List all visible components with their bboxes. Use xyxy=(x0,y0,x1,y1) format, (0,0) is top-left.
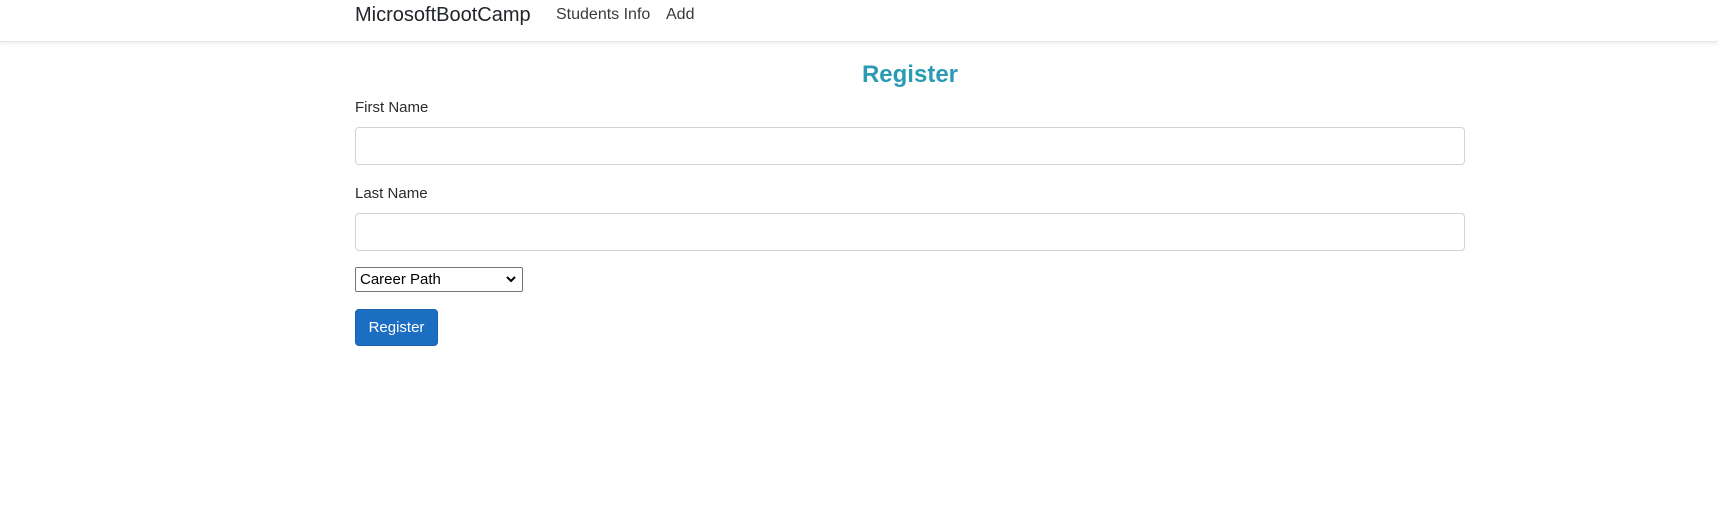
nav-link-add[interactable]: Add xyxy=(666,5,694,25)
last-name-input[interactable] xyxy=(355,213,1465,251)
brand-link[interactable]: MicrosoftBootCamp xyxy=(355,3,531,27)
career-path-select[interactable]: Career Path xyxy=(355,267,523,292)
last-name-label: Last Name xyxy=(355,185,428,202)
register-button[interactable]: Register xyxy=(355,309,438,346)
top-navbar: MicrosoftBootCamp Students Info Add xyxy=(0,0,1718,42)
nav-link-students-info[interactable]: Students Info xyxy=(556,5,650,25)
career-path-selected-value: Career Path xyxy=(360,271,441,288)
page-title: Register xyxy=(861,61,959,88)
first-name-input[interactable] xyxy=(355,127,1465,165)
first-name-label: First Name xyxy=(355,99,429,116)
chevron-down-icon xyxy=(506,276,516,283)
